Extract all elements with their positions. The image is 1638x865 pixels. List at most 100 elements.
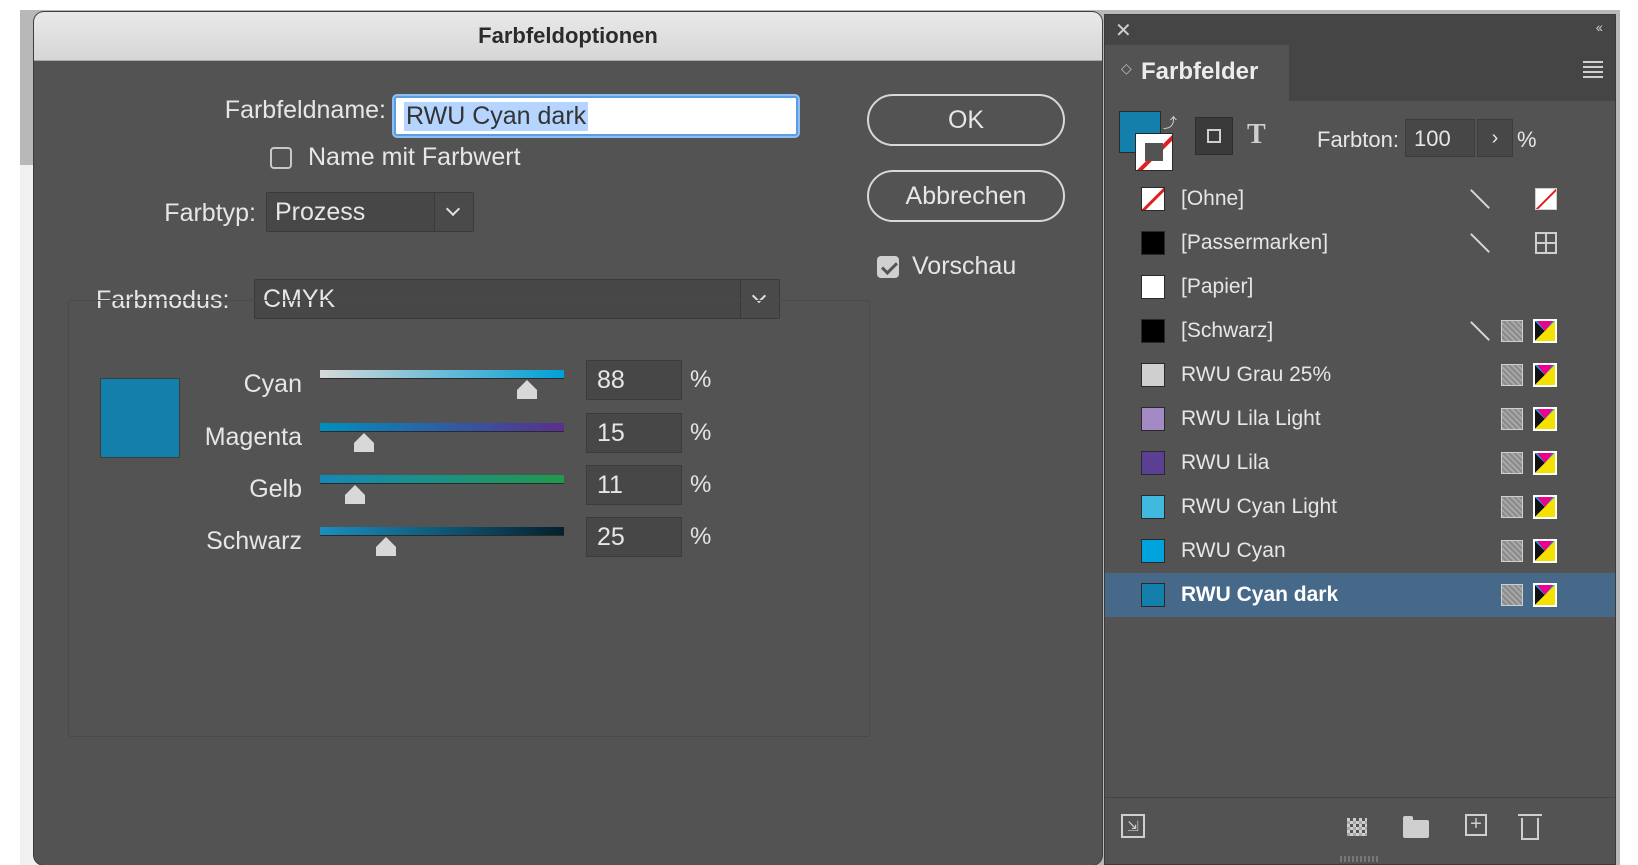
- swatch-name: RWU Lila Light: [1181, 407, 1321, 430]
- formatting-text-icon[interactable]: T: [1247, 119, 1266, 151]
- slider-value: 88: [597, 366, 625, 394]
- swatch-name: [Papier]: [1181, 275, 1254, 298]
- slider-track[interactable]: [320, 423, 564, 452]
- process-icon: [1501, 496, 1523, 518]
- name-with-value-checkbox[interactable]: [270, 147, 292, 169]
- swatch-row[interactable]: RWU Lila Light: [1105, 397, 1615, 441]
- new-swatch-icon[interactable]: +: [1465, 814, 1487, 836]
- swatch-chip: [1141, 319, 1165, 343]
- slider-value-input[interactable]: 11: [586, 465, 682, 505]
- slider-thumb[interactable]: [376, 537, 396, 556]
- no-edit-icon: [1467, 187, 1491, 211]
- swatch-row[interactable]: RWU Cyan Light: [1105, 485, 1615, 529]
- color-values-group: [68, 300, 870, 737]
- place-swatch-icon[interactable]: ⇲: [1121, 814, 1145, 838]
- tab-chevron-icon: ◇: [1121, 60, 1132, 76]
- tint-input[interactable]: 100: [1405, 119, 1475, 157]
- swatch-row[interactable]: RWU Cyan dark: [1105, 573, 1615, 617]
- swatch-chip: [1141, 363, 1165, 387]
- slider-track[interactable]: [320, 370, 564, 399]
- swatch-name: [Ohne]: [1181, 187, 1245, 210]
- swatch-row[interactable]: [Ohne]: [1105, 177, 1615, 221]
- collapse-panel-icon[interactable]: ‹‹: [1596, 19, 1603, 35]
- slider-value: 15: [597, 419, 625, 447]
- slider-unit: %: [690, 471, 712, 498]
- dialog-title: Farbfeldoptionen: [478, 23, 658, 48]
- swatch-chip: [1141, 275, 1165, 299]
- swatch-row[interactable]: [Schwarz]: [1105, 309, 1615, 353]
- slider-unit: %: [690, 523, 712, 550]
- no-edit-icon: [1467, 319, 1491, 343]
- slider-label: Magenta: [204, 423, 302, 451]
- swatch-chip: [1141, 583, 1165, 607]
- swatch-chip: [1141, 187, 1165, 211]
- tab-label: Farbfelder: [1141, 58, 1259, 85]
- swatch-chip: [1141, 451, 1165, 475]
- slider-value-input[interactable]: 88: [586, 360, 682, 400]
- process-icon: [1501, 584, 1523, 606]
- slider-thumb[interactable]: [517, 380, 538, 399]
- slider-unit: %: [690, 419, 712, 446]
- slider-value-input[interactable]: 15: [586, 413, 682, 453]
- close-icon[interactable]: ✕: [1115, 18, 1132, 43]
- swatch-name: RWU Grau 25%: [1181, 363, 1332, 386]
- formatting-container-icon[interactable]: [1195, 117, 1233, 155]
- swatch-view-icon[interactable]: [1347, 818, 1367, 836]
- swatches-panel: ✕ ‹‹ ◇ Farbfelder ⤴ T Farbton: 100 › % […: [1104, 14, 1616, 865]
- swatch-row[interactable]: RWU Grau 25%: [1105, 353, 1615, 397]
- chevron-down-icon: [434, 193, 473, 231]
- cmyk-icon: [1533, 495, 1557, 519]
- tint-slider-toggle[interactable]: ›: [1477, 119, 1513, 157]
- stroke-swatch[interactable]: [1135, 133, 1173, 171]
- trash-icon[interactable]: [1518, 814, 1542, 840]
- swatch-name: RWU Lila: [1181, 451, 1270, 474]
- slider-label: Cyan: [243, 370, 302, 398]
- cmyk-icon: [1533, 539, 1557, 563]
- cmyk-icon: [1533, 583, 1557, 607]
- slider-value-input[interactable]: 25: [586, 517, 682, 557]
- swatch-row[interactable]: [Passermarken]: [1105, 221, 1615, 265]
- preview-label: Vorschau: [912, 252, 1017, 280]
- color-preview-swatch: [100, 378, 180, 458]
- process-icon: [1501, 408, 1523, 430]
- tint-value: 100: [1414, 126, 1451, 151]
- name-with-value-label: Name mit Farbwert: [308, 143, 521, 171]
- panel-menu-icon[interactable]: [1583, 61, 1603, 78]
- slider-thumb[interactable]: [353, 433, 374, 452]
- resize-grip[interactable]: [1340, 856, 1380, 862]
- panel-topbar[interactable]: [1105, 15, 1615, 45]
- swap-fill-stroke-icon[interactable]: ⤴: [1163, 113, 1177, 133]
- swatch-list: [Ohne] [Passermarken] [Papier] [Schwarz] RWU…: [1105, 177, 1615, 617]
- process-icon: [1501, 364, 1523, 386]
- slider-label: Gelb: [249, 475, 302, 503]
- swatch-row[interactable]: RWU Lila: [1105, 441, 1615, 485]
- slider-thumb[interactable]: [344, 485, 365, 504]
- no-edit-icon: [1467, 231, 1491, 255]
- preview-checkbox[interactable]: [877, 256, 899, 278]
- tab-swatches[interactable]: ◇ Farbfelder: [1105, 45, 1289, 101]
- cmyk-icon: [1533, 407, 1557, 431]
- slider-label: Schwarz: [206, 527, 302, 555]
- new-group-folder-icon[interactable]: [1403, 816, 1429, 838]
- slider-track[interactable]: [320, 527, 564, 556]
- cancel-button[interactable]: Abbrechen: [867, 170, 1065, 222]
- ok-button[interactable]: OK: [867, 94, 1065, 146]
- registration-icon: [1535, 232, 1557, 254]
- swatch-chip: [1141, 539, 1165, 563]
- swatch-row[interactable]: RWU Cyan: [1105, 529, 1615, 573]
- swatch-row[interactable]: [Papier]: [1105, 265, 1615, 309]
- swatch-chip: [1141, 231, 1165, 255]
- swatch-chip: [1141, 407, 1165, 431]
- slider-unit: %: [690, 366, 712, 393]
- slider-track[interactable]: [320, 475, 564, 504]
- slider-value: 25: [597, 523, 625, 551]
- tint-unit: %: [1517, 127, 1537, 152]
- color-type-select[interactable]: Prozess: [266, 192, 474, 232]
- color-type-label: Farbtyp:: [164, 199, 256, 227]
- cmyk-icon: [1533, 451, 1557, 475]
- process-icon: [1501, 320, 1523, 342]
- swatch-name-value: RWU Cyan dark: [404, 102, 589, 131]
- process-icon: [1501, 540, 1523, 562]
- swatch-name-input[interactable]: RWU Cyan dark: [394, 96, 798, 136]
- dialog-titlebar[interactable]: Farbfeldoptionen: [34, 12, 1102, 61]
